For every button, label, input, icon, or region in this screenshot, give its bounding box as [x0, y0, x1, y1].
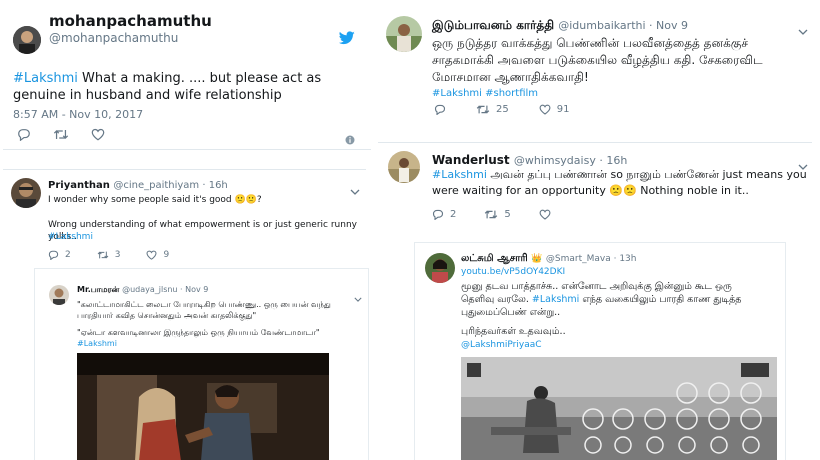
reply-icon[interactable]	[17, 128, 31, 141]
avatar[interactable]	[386, 16, 422, 52]
hashtag-link[interactable]: #Lakshmi	[48, 231, 93, 243]
embedded-video-still[interactable]	[77, 353, 329, 460]
retweet-icon[interactable]: 3	[97, 250, 121, 260]
reply-icon[interactable]: 2	[432, 209, 456, 220]
display-name[interactable]: Priyanthan	[48, 180, 110, 191]
tweet-header: Priyanthan @cine_paithiyam · 16h	[48, 180, 228, 191]
tweet-card-smart-mava: லட்சுமி ஆசாரி 👑 @Smart_Mava · 13h youtu.…	[414, 242, 786, 460]
tweet-card-idumbaikarthi: இடும்பாவனம் கார்த்தி @idumbaikarthi · No…	[378, 8, 812, 130]
like-icon[interactable]	[91, 128, 105, 141]
tweet-header: Wanderlust @whimsydaisy · 16h	[432, 153, 627, 167]
tweet-header: Mr.பாமரன் @udaya_jlsnu · Nov 9	[77, 285, 208, 295]
user-handle[interactable]: @udaya_jlsnu · Nov 9	[122, 285, 208, 294]
tweet-text-line: மோசமான ஆணாதிக்கவாதி!	[432, 70, 589, 84]
tweet-text-line: "ஏன்டா களவாடினாலா இருந்தாலும் ஒரு நியாயம…	[77, 328, 320, 337]
display-name[interactable]: லட்சுமி ஆசாரி	[461, 253, 528, 264]
tweet-actions	[17, 128, 105, 141]
retweet-count: 3	[114, 250, 121, 260]
tweet-card-priyanthan: Priyanthan @cine_paithiyam · 16h I wonde…	[3, 169, 366, 264]
user-handle[interactable]: @Smart_Mava · 13h	[546, 254, 637, 264]
tweet-card-mohanpachamuthu: mohanpachamuthu @mohanpachamuthu #Lakshm…	[3, 0, 371, 150]
chevron-down-icon[interactable]	[798, 20, 808, 39]
crown-icon: 👑	[531, 254, 543, 264]
tweet-actions: 25 91	[434, 104, 569, 115]
display-name[interactable]: Mr.பாமரன்	[77, 285, 119, 294]
timestamp[interactable]: 8:57 AM - Nov 10, 2017	[13, 108, 143, 121]
user-handle[interactable]: @mohanpachamuthu	[49, 31, 178, 45]
avatar[interactable]	[49, 285, 69, 305]
avatar[interactable]	[13, 26, 41, 54]
like-icon[interactable]	[539, 209, 551, 220]
tweet-text-line: புதுமைப்பெண் என்று..	[461, 307, 561, 318]
hashtag-link[interactable]: #Lakshmi	[432, 168, 487, 181]
tweet-header: லட்சுமி ஆசாரி 👑 @Smart_Mava · 13h	[461, 253, 637, 265]
tweet-actions: 2 5	[432, 209, 551, 220]
reply-icon[interactable]: 2	[48, 250, 71, 260]
like-count: 91	[556, 104, 570, 115]
hashtag-link[interactable]: #Lakshmi	[532, 294, 579, 305]
tweet-text-line: I wonder why some people said it's good …	[48, 195, 262, 205]
hashtag-link[interactable]: #Lakshmi	[13, 71, 78, 86]
reply-count: 2	[65, 250, 71, 260]
display-name[interactable]: mohanpachamuthu	[49, 12, 212, 30]
tweet-text-line: "கலாட்டாமாகிட்ட லைடா போராடிகிற பொண்ணு.. …	[77, 300, 331, 309]
youtube-link[interactable]: youtu.be/vP5dOY42DKI	[461, 266, 565, 279]
tweet-text-line: #Lakshmi அவன் தப்பு பண்ணான் so நானும் பண…	[432, 168, 807, 181]
tweet-card-mr-pamaran: Mr.பாமரன் @udaya_jlsnu · Nov 9 "கலாட்டாம…	[34, 268, 369, 460]
user-handle[interactable]: @idumbaikarthi · Nov 9	[558, 19, 688, 32]
chevron-down-icon[interactable]	[354, 287, 362, 306]
retweet-icon[interactable]: 5	[484, 209, 511, 220]
reply-icon[interactable]	[434, 104, 446, 115]
like-icon[interactable]: 9	[146, 250, 169, 260]
hashtag-link[interactable]: #Lakshmi	[77, 338, 117, 349]
tweet-text: #Lakshmi What a making. .... but please …	[13, 71, 322, 103]
tweet-text-line: புரிந்தவர்கள் உதவவும்..	[461, 326, 566, 337]
tweet-text-line: ஒரு நடுத்தர வாக்கத்து பெண்ணின் பலவீனத்தை…	[432, 36, 749, 50]
tweet-text-line: சாதகமாக்கி அவளை படுக்கையில வீழத்திய கதி.…	[432, 53, 763, 67]
like-icon[interactable]: 91	[539, 104, 570, 115]
avatar[interactable]	[425, 253, 455, 283]
tweet-text-line: மூனு தடவ பாத்தாச்சு.. என்னோட அறிவுக்கு இ…	[461, 281, 732, 292]
chevron-down-icon[interactable]	[350, 180, 360, 199]
avatar[interactable]	[11, 178, 41, 208]
retweet-icon[interactable]: 25	[476, 104, 509, 115]
tweet-actions: 2 3 9	[48, 250, 169, 260]
twitter-bird-icon[interactable]	[338, 30, 355, 49]
mention-link[interactable]: @LakshmiPriyaaC	[461, 339, 542, 352]
avatar[interactable]	[388, 151, 420, 183]
tweet-text-line: பாரதியார் கவித சொன்னதும் அவன் காதலிக்குத…	[77, 311, 257, 320]
tweet-card-whimsydaisy: Wanderlust @whimsydaisy · 16h #Lakshmi அ…	[378, 142, 812, 234]
hashtag-links[interactable]: #Lakshmi #shortfilm	[432, 85, 538, 102]
display-name[interactable]: Wanderlust	[432, 153, 510, 167]
tweet-text-line: Wrong understanding of what empowerment …	[48, 220, 357, 242]
tweet-text-line: were waiting for an opportunity 🙁🙁 Nothi…	[432, 184, 749, 197]
reply-count: 2	[450, 209, 457, 220]
retweet-icon[interactable]	[53, 128, 69, 141]
info-icon[interactable]	[345, 130, 355, 149]
retweet-count: 5	[504, 209, 511, 220]
tweet-header: இடும்பாவனம் கார்த்தி @idumbaikarthi · No…	[432, 18, 688, 34]
retweet-count: 25	[496, 104, 509, 115]
tweet-text-line: தெளிவு வரலே. #Lakshmi எந்த வகையிலும் பார…	[461, 294, 742, 305]
user-handle[interactable]: @whimsydaisy · 16h	[514, 154, 627, 167]
embedded-video-still[interactable]	[461, 357, 777, 460]
user-handle[interactable]: @cine_paithiyam · 16h	[113, 180, 227, 191]
display-name[interactable]: இடும்பாவனம் கார்த்தி	[432, 18, 554, 32]
like-count: 9	[163, 250, 170, 260]
